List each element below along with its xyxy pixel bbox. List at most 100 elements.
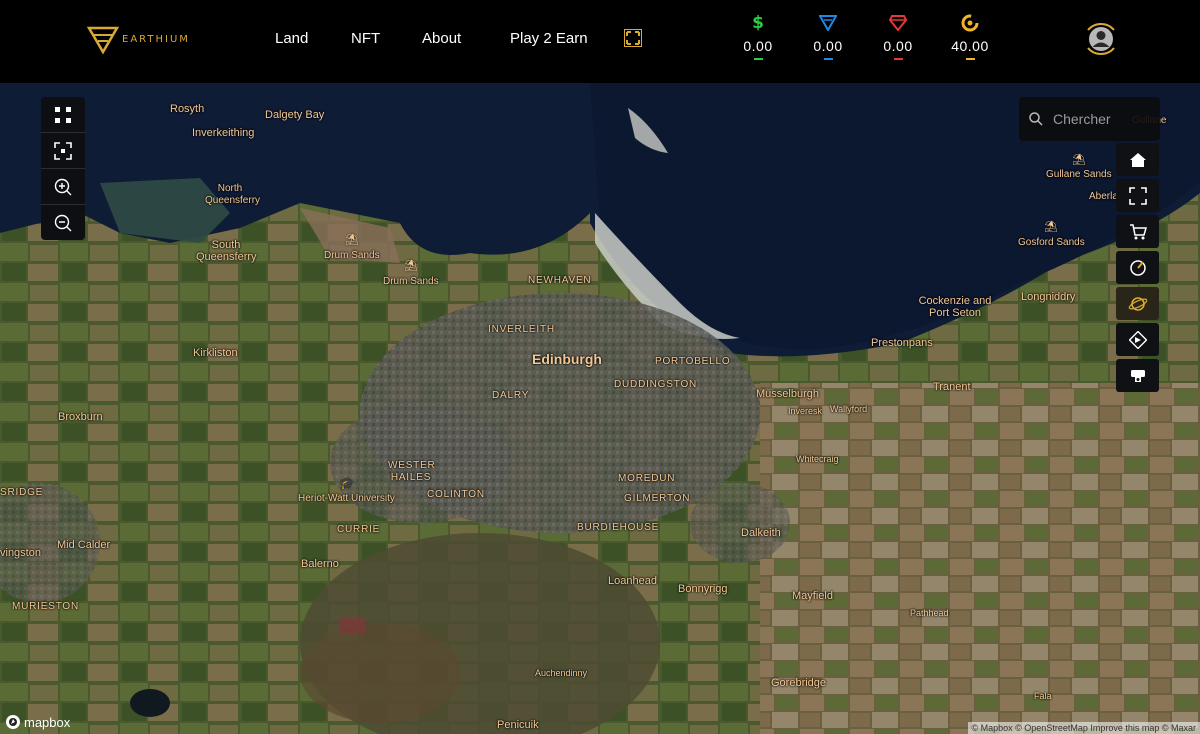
gold-coin-icon — [961, 14, 979, 32]
top-navigation-bar: EARTHIUM Land NFT About Play 2 Earn $ 0.… — [0, 0, 1200, 83]
wallet-red-bar — [893, 58, 903, 60]
map-label: Edinburgh — [532, 351, 602, 367]
fullscreen-button[interactable] — [41, 133, 85, 169]
nav-about[interactable]: About — [422, 30, 461, 47]
home-icon — [1129, 152, 1146, 167]
map-label: Drum Sands — [324, 250, 380, 261]
wallet-blue-value: 0.00 — [813, 38, 843, 54]
map-label: DALRY — [492, 390, 530, 401]
map-label: Balerno — [301, 558, 339, 570]
focus-button[interactable] — [1116, 179, 1159, 212]
earthium-logo[interactable]: EARTHIUM — [86, 16, 194, 62]
compass-button[interactable] — [1116, 251, 1159, 284]
map-label: Loanhead — [608, 575, 657, 587]
drone-button[interactable] — [1116, 359, 1159, 392]
user-avatar-icon[interactable] — [1082, 20, 1120, 58]
map-label: Kirkliston — [193, 347, 238, 359]
map-label: Longniddry — [1021, 291, 1076, 303]
map-label: Wallyford — [830, 404, 868, 414]
beach-icon: ⛱ — [1072, 153, 1086, 166]
mapbox-logo[interactable]: mapbox — [5, 714, 70, 730]
map-label: Aberla — [1089, 191, 1118, 202]
map-label: Broxburn — [58, 411, 103, 423]
wallet-usd-bar — [753, 58, 763, 60]
wallet-gold-value: 40.00 — [951, 38, 989, 54]
wallet-usd-value: 0.00 — [743, 38, 773, 54]
zoom-out-icon — [54, 214, 72, 231]
map-label: PORTOBELLO — [655, 356, 731, 367]
map-label: NEWHAVEN — [528, 275, 592, 286]
zoom-out-button[interactable] — [41, 205, 85, 240]
map-label: Dalgety Bay — [265, 109, 325, 121]
map-label: Mayfield — [792, 590, 833, 602]
map-label: BURDIEHOUSE — [577, 522, 660, 533]
map-label: GILMERTON — [624, 493, 691, 504]
blue-triangle-gem-icon — [819, 15, 837, 31]
brand-name: EARTHIUM — [122, 33, 190, 45]
planet-button[interactable] — [1116, 287, 1159, 320]
home-button[interactable] — [1116, 143, 1159, 176]
map-label: Whitecraig — [796, 454, 839, 464]
map-label: Prestonpans — [871, 337, 933, 349]
grid-icon — [55, 106, 71, 123]
camera-drone-icon — [1130, 369, 1145, 382]
map-controls-left — [41, 97, 85, 240]
map-label: MOREDUN — [618, 473, 676, 484]
map-label: Rosyth — [170, 103, 205, 115]
wallet-red-token[interactable]: 0.00 — [868, 14, 928, 60]
map-label: DUDDINGSTON — [614, 379, 698, 390]
map-label: Drum Sands — [383, 276, 439, 287]
map-imagery — [0, 83, 1200, 734]
wallet-blue-token[interactable]: 0.00 — [798, 14, 858, 60]
beach-icon: ⛱ — [1044, 220, 1058, 233]
nav-play-2-earn[interactable]: Play 2 Earn — [510, 30, 588, 47]
map-label: Bonnyrigg — [678, 583, 728, 595]
map-label: WESTER HAILES — [388, 460, 436, 483]
cart-icon — [1129, 223, 1147, 239]
expand-icon[interactable] — [624, 29, 642, 47]
map-label: MURIESTON — [12, 601, 80, 612]
map-label: Gosford Sands — [1018, 237, 1085, 248]
map-label: North Queensferry — [205, 183, 261, 206]
beach-icon: ⛱ — [345, 233, 359, 246]
dollar-icon: $ — [752, 13, 764, 33]
wallet-blue-bar — [823, 58, 833, 60]
map-label: Penicuik — [497, 719, 539, 731]
map-label: South Queensferry — [196, 239, 257, 263]
search-input[interactable] — [1051, 110, 1155, 128]
mapbox-logo-icon — [6, 715, 20, 729]
map-label: Inveresk — [788, 406, 823, 416]
map-controls-right — [1116, 143, 1159, 395]
zoom-in-icon — [54, 178, 72, 195]
wallet-gold-bar — [965, 58, 975, 60]
map-attribution[interactable]: © Mapbox © OpenStreetMap Improve this ma… — [967, 722, 1200, 734]
earthium-triangle-logo-icon — [86, 26, 120, 55]
map-label: vingston — [0, 547, 41, 559]
map-label: Gorebridge — [771, 677, 827, 689]
map-label: Musselburgh — [756, 388, 819, 400]
map-label: Heriot-Watt University — [298, 493, 395, 504]
wallet-usd[interactable]: $ 0.00 — [728, 13, 788, 60]
map-label: SRIDGE — [0, 487, 44, 498]
map-label: Pathhead — [910, 608, 949, 618]
cart-button[interactable] — [1116, 215, 1159, 248]
map-search-box — [1019, 97, 1160, 141]
wallet-gold-coin[interactable]: 40.00 — [940, 14, 1000, 60]
nav-nft[interactable]: NFT — [351, 30, 380, 47]
fullscreen-icon — [54, 141, 72, 160]
compass-icon — [1129, 259, 1146, 276]
zoom-in-button[interactable] — [41, 169, 85, 205]
wallet-red-value: 0.00 — [883, 38, 913, 54]
map-label: Inverkeithing — [192, 127, 255, 139]
mapbox-logo-text: mapbox — [24, 714, 71, 730]
map-label: INVERLEITH — [488, 324, 555, 335]
search-icon — [1029, 112, 1043, 126]
map-label: Fala — [1034, 691, 1052, 701]
satellite-map[interactable]: Rosyth Dalgety Bay Inverkeithing North Q… — [0, 83, 1200, 734]
map-label: COLINTON — [427, 489, 485, 500]
navigate-button[interactable] — [1116, 323, 1159, 356]
grid-view-button[interactable] — [41, 97, 85, 133]
map-label: Gullane Sands — [1046, 169, 1112, 180]
map-label: CURRIE — [337, 524, 381, 535]
nav-land[interactable]: Land — [275, 30, 308, 47]
